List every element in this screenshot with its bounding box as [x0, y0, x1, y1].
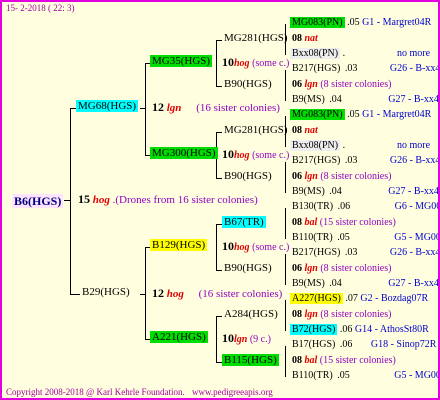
gen4-node: B110(TR) .05 G5 - MG00R [292, 370, 438, 381]
gen4-node: Bxx08(PN) . [290, 48, 346, 59]
gen4-node: B130(TR) .06 G6 - MG00R [292, 201, 438, 212]
gen4-node: B17(HGS) .06 G18 - Sinop72R [292, 339, 437, 350]
gen4-node: B217(HGS) .03 G26 - B-xx43 [292, 63, 440, 74]
gen3-node: MG281(HGS) [224, 124, 288, 136]
gen4-info: no more [397, 48, 431, 59]
gen4-node: B72(HGS) .06 G14 - AthosSt80R [290, 324, 429, 335]
gen1-node: MG68(HGS) [76, 100, 139, 112]
gen1-note: 12 lgn (16 sister colonies) [152, 100, 280, 114]
gen3-node: MG281(HGS) [224, 32, 288, 44]
gen4-node: B9(MS) .04 G27 - B-xx43 [292, 278, 440, 289]
gen2-node: B129(HGS) [150, 239, 208, 251]
gen2-node: MG35(HGS) [150, 55, 213, 67]
root-note: 15 hog .(Drones from 16 sister colonies) [78, 192, 258, 206]
gen3-node: B90(HGS) [224, 78, 272, 90]
gen2-note: 10hog (some c.) [222, 147, 290, 161]
gen2-note: 10hog (some c.) [222, 239, 290, 253]
gen2-note: 10hog (some c.) [222, 55, 290, 69]
gen4-node: B9(MS) .04 G27 - B-xx43 [292, 94, 440, 105]
gen1-node: B29(HGS) [82, 286, 130, 298]
footer-url: www.pedigreeapis.org [192, 387, 273, 397]
gen4-node: MG083(PN) .05 G1 - Margret04R [290, 17, 432, 28]
gen3-node: B67(TR) [222, 216, 266, 228]
gen4-node: MG083(PN) .05 G1 - Margret04R [290, 109, 432, 120]
gen4-node: B217(HGS) .03 G26 - B-xx43 [292, 155, 440, 166]
gen3-note: 08 bal (15 sister colonies) [292, 217, 396, 228]
gen3-node: B90(HGS) [224, 170, 272, 182]
pedigree-chart: 15- 2-2018 ( 22: 3) Copyright 2008-2018 … [0, 0, 440, 400]
gen3-note: 08 nat [292, 33, 318, 44]
gen2-node: MG300(HGS) [150, 147, 218, 159]
timestamp: 15- 2-2018 ( 22: 3) [6, 3, 75, 13]
gen4-node: A227(HGS) .07 G2 - Bozdag07R [290, 293, 429, 304]
gen3-note: 08 bal (15 sister colonies) [292, 355, 396, 366]
gen3-node: B115(HGS) [222, 354, 279, 366]
gen3-node: B90(HGS) [224, 262, 272, 274]
gen4-info: no more [397, 140, 431, 151]
gen2-node: A221(HGS) [150, 331, 208, 343]
gen4-node: B110(TR) .05 G5 - MG00R [292, 232, 438, 243]
gen3-note: 08 lgn (8 sister colonies) [292, 309, 392, 320]
gen3-note: 06 lgn (8 sister colonies) [292, 263, 392, 274]
root-node: B6(HGS) [12, 194, 64, 208]
gen2-note: 10lgn (9 c.) [222, 331, 271, 345]
gen4-node: B9(MS) .04 G27 - B-xx43 [292, 186, 440, 197]
gen4-node: B217(HGS) .03 G26 - B-xx43 [292, 247, 440, 258]
gen3-note: 06 lgn (8 sister colonies) [292, 79, 392, 90]
gen3-note: 08 nat [292, 125, 318, 136]
gen3-note: 06 lgn (8 sister colonies) [292, 171, 392, 182]
copyright: Copyright 2008-2018 @ Karl Kehrle Founda… [6, 387, 185, 397]
gen1-note: 12 hog (16 sister colonies) [152, 286, 283, 300]
gen3-node: A284(HGS) [224, 308, 278, 320]
gen4-node: Bxx08(PN) . [290, 140, 346, 151]
